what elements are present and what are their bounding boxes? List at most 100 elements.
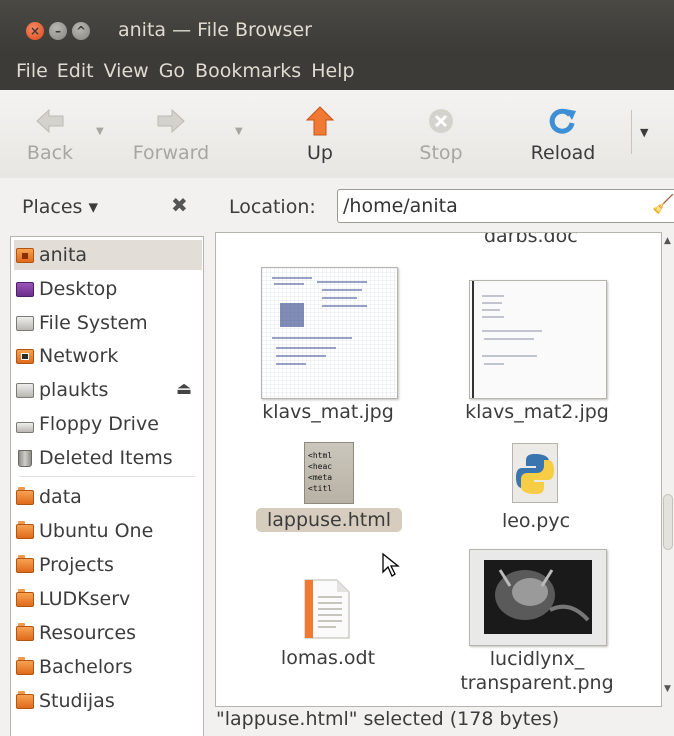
- title-bar: × – ^ anita — File Browser: [0, 0, 674, 52]
- toolbar: Back ▼ Forward ▼ Up Stop Reload ▼: [0, 90, 674, 178]
- drive-icon: [16, 315, 34, 331]
- drive-icon: [16, 382, 34, 398]
- back-button[interactable]: Back: [24, 102, 76, 164]
- file-thumbnail-klavs-mat2[interactable]: [469, 280, 607, 399]
- file-label-lucidlynx[interactable]: lucidlynx_ transparent.png: [444, 647, 630, 695]
- sidebar-item-ubuntu-one[interactable]: Ubuntu One: [14, 516, 202, 546]
- file-label-lappuse-selected[interactable]: lappuse.html: [256, 508, 402, 532]
- sidebar-item-label: Studijas: [39, 690, 115, 712]
- scroll-down-arrow-icon[interactable]: ▼: [664, 684, 671, 694]
- menu-view[interactable]: View: [104, 60, 149, 82]
- floppy-icon: [16, 421, 34, 433]
- sidebar-item-plaukts[interactable]: plaukts ⏏: [14, 375, 202, 405]
- html-file-icon[interactable]: <html <heac <meta <titl: [304, 442, 354, 504]
- network-icon: [16, 348, 34, 364]
- sidebar-item-floppy-drive[interactable]: Floppy Drive: [14, 409, 202, 439]
- sidebar-item-studijas[interactable]: Studijas: [14, 686, 202, 716]
- sidebar-item-label: File System: [39, 312, 148, 334]
- sidebar-item-label: Projects: [39, 554, 114, 576]
- sidebar-item-anita[interactable]: anita: [14, 240, 202, 270]
- folder-icon: [16, 520, 34, 539]
- forward-button[interactable]: Forward: [127, 102, 215, 164]
- up-label: Up: [307, 142, 333, 164]
- forward-label: Forward: [132, 142, 210, 164]
- file-label-klavs-mat2[interactable]: klavs_mat2.jpg: [454, 401, 620, 423]
- sidebar-item-resources[interactable]: Resources: [14, 618, 202, 648]
- trash-icon: [18, 449, 32, 467]
- handwritten-page-thumbnail: [470, 281, 606, 398]
- home-folder-icon: [16, 247, 34, 263]
- sidebar-item-label: Resources: [39, 622, 137, 644]
- minimize-window-button[interactable]: –: [49, 22, 67, 40]
- folder-icon: [16, 588, 34, 607]
- folder-icon: [16, 486, 34, 505]
- scroll-up-arrow-icon[interactable]: ▲: [664, 236, 671, 246]
- file-label-line: transparent.png: [460, 672, 614, 694]
- odt-document-icon[interactable]: [304, 579, 350, 639]
- menu-edit[interactable]: Edit: [57, 60, 94, 82]
- sidebar-item-desktop[interactable]: Desktop: [14, 274, 202, 304]
- sidebar-item-label: LUDKserv: [39, 588, 131, 610]
- sidebar-item-label: Deleted Items: [39, 447, 173, 469]
- html-preview-line: <heac: [308, 462, 333, 471]
- back-history-dropdown[interactable]: ▼: [96, 126, 104, 137]
- up-arrow-icon: [302, 102, 338, 140]
- menu-bookmarks[interactable]: Bookmarks: [195, 60, 301, 82]
- file-label-leo-pyc[interactable]: leo.pyc: [486, 510, 586, 532]
- eject-icon[interactable]: ⏏: [176, 379, 192, 399]
- menu-help[interactable]: Help: [311, 60, 354, 82]
- sidebar-item-label: data: [39, 486, 82, 508]
- file-label-klavs-mat[interactable]: klavs_mat.jpg: [258, 401, 398, 423]
- file-label-partial: darbs.doc: [484, 232, 578, 247]
- sidebar-item-label: Floppy Drive: [39, 413, 159, 435]
- sidebar-item-label: anita: [39, 244, 88, 266]
- maximize-window-button[interactable]: ^: [72, 22, 90, 40]
- toolbar-separator: [631, 110, 632, 154]
- menu-bar: File Edit View Go Bookmarks Help: [0, 52, 674, 90]
- vertical-scrollbar[interactable]: ▲ ▼: [662, 232, 674, 707]
- sidebar-item-label: Ubuntu One: [39, 520, 154, 542]
- file-thumbnail-klavs-mat[interactable]: [261, 267, 398, 399]
- places-dropdown[interactable]: Places ▾: [22, 196, 98, 218]
- sidebar-item-label: Network: [39, 345, 119, 367]
- sidebar-item-deleted-items[interactable]: Deleted Items: [14, 443, 202, 473]
- sidebar-item-file-system[interactable]: File System: [14, 308, 202, 338]
- sidebar-item-network[interactable]: Network: [14, 341, 202, 371]
- back-label: Back: [26, 142, 74, 164]
- file-label-line: lucidlynx_: [489, 648, 585, 670]
- clear-location-icon[interactable]: 🧹: [652, 194, 674, 215]
- toolbar-overflow-dropdown[interactable]: ▼: [640, 126, 648, 139]
- stop-button[interactable]: Stop: [416, 102, 466, 164]
- sidebar-item-ludkserv[interactable]: LUDKserv: [14, 584, 202, 614]
- scrollbar-thumb[interactable]: [663, 494, 673, 550]
- stop-label: Stop: [419, 142, 463, 164]
- close-window-button[interactable]: ×: [26, 22, 44, 40]
- python-file-icon[interactable]: [512, 443, 558, 503]
- sidebar-item-bachelors[interactable]: Bachelors: [14, 652, 202, 682]
- reload-button[interactable]: Reload: [527, 102, 599, 164]
- folder-icon: [16, 690, 34, 709]
- file-thumbnail-lucidlynx[interactable]: [469, 549, 607, 646]
- location-input[interactable]: [337, 189, 674, 223]
- location-label: Location:: [229, 196, 316, 218]
- lynx-image-thumbnail: [484, 560, 592, 634]
- menu-go[interactable]: Go: [159, 60, 185, 82]
- forward-arrow-icon: [127, 102, 215, 140]
- document-icon: [304, 579, 350, 639]
- file-icon-view[interactable]: darbs.doc klavs_mat.jpg klavs_mat2.jpg <…: [215, 232, 662, 707]
- sidebar-item-label: Desktop: [39, 278, 118, 300]
- close-sidebar-icon[interactable]: ✖: [171, 193, 188, 217]
- window-title: anita — File Browser: [118, 19, 312, 41]
- sidebar-item-label: Bachelors: [39, 656, 133, 678]
- reload-label: Reload: [530, 142, 596, 164]
- file-label-lomas-odt[interactable]: lomas.odt: [268, 647, 388, 669]
- desktop-icon: [16, 281, 34, 297]
- sidebar-item-data[interactable]: data: [14, 482, 202, 512]
- folder-icon: [16, 656, 34, 675]
- sidebar-item-projects[interactable]: Projects: [14, 550, 202, 580]
- back-arrow-icon: [24, 102, 76, 140]
- up-button[interactable]: Up: [302, 102, 338, 164]
- menu-file[interactable]: File: [16, 60, 48, 82]
- forward-history-dropdown[interactable]: ▼: [235, 126, 243, 137]
- html-preview-line: <html: [308, 451, 333, 460]
